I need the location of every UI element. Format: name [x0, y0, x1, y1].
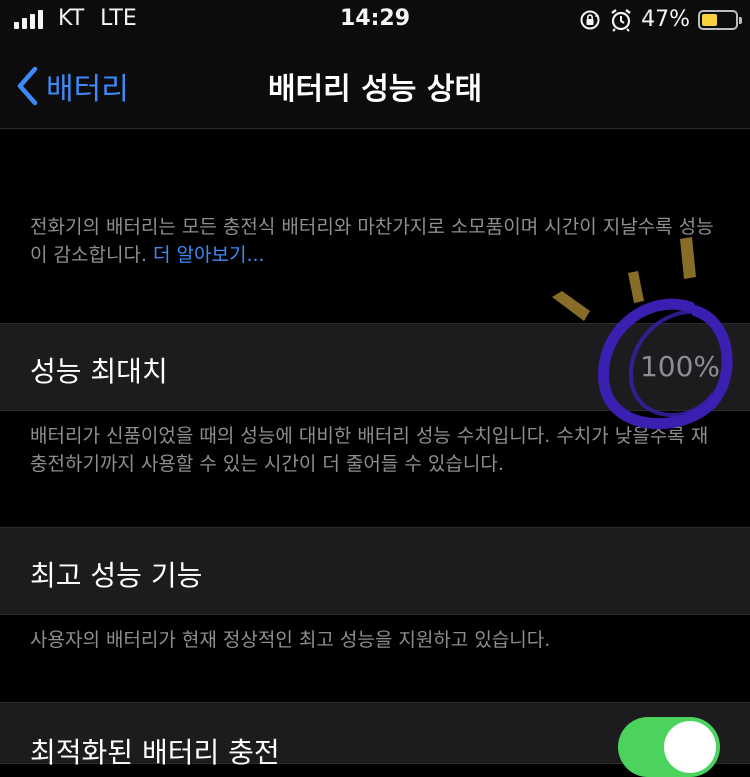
- learn-more-link[interactable]: 더 알아보기...: [153, 244, 265, 266]
- maximum-capacity-label: 성능 최대치: [30, 355, 168, 388]
- intro-text: 전화기의 배터리는 모든 충전식 배터리와 마찬가지로 소모품이며 시간이 지날…: [30, 216, 714, 266]
- alarm-icon: [611, 8, 631, 32]
- battery-percent: 47%: [641, 7, 690, 32]
- peak-performance-description: 사용자의 배터리가 현재 정상적인 최고 성능을 지원하고 있습니다.: [30, 629, 551, 651]
- navigation-bar: 배터리 배터리 성능 상태: [0, 42, 750, 129]
- maximum-capacity-value: 100%: [639, 350, 720, 383]
- maximum-capacity-description: 배터리가 신품이었을 때의 성능에 대비한 배터리 성능 수치입니다. 수치가 …: [30, 425, 709, 475]
- status-bar: KT LTE 14:29 47%: [0, 0, 750, 42]
- battery-icon: [698, 9, 742, 30]
- battery-fill: [702, 13, 717, 26]
- optimized-charging-toggle[interactable]: [618, 717, 720, 777]
- peak-performance-label: 최고 성능 기능: [30, 559, 203, 592]
- optimized-charging-cell: 최적화된 배터리 충전: [0, 702, 750, 777]
- rotation-lock-icon: [580, 10, 600, 29]
- toggle-knob: [664, 721, 716, 773]
- peak-performance-cell: 최고 성능 기능: [0, 527, 750, 615]
- optimized-charging-label: 최적화된 배터리 충전: [30, 736, 280, 769]
- intro-description: 전화기의 배터리는 모든 충전식 배터리와 마찬가지로 소모품이며 시간이 지날…: [30, 213, 720, 269]
- page-title: 배터리 성능 상태: [267, 72, 483, 107]
- status-right: 47%: [579, 7, 742, 32]
- maximum-capacity-cell: 성능 최대치 100%: [0, 323, 750, 411]
